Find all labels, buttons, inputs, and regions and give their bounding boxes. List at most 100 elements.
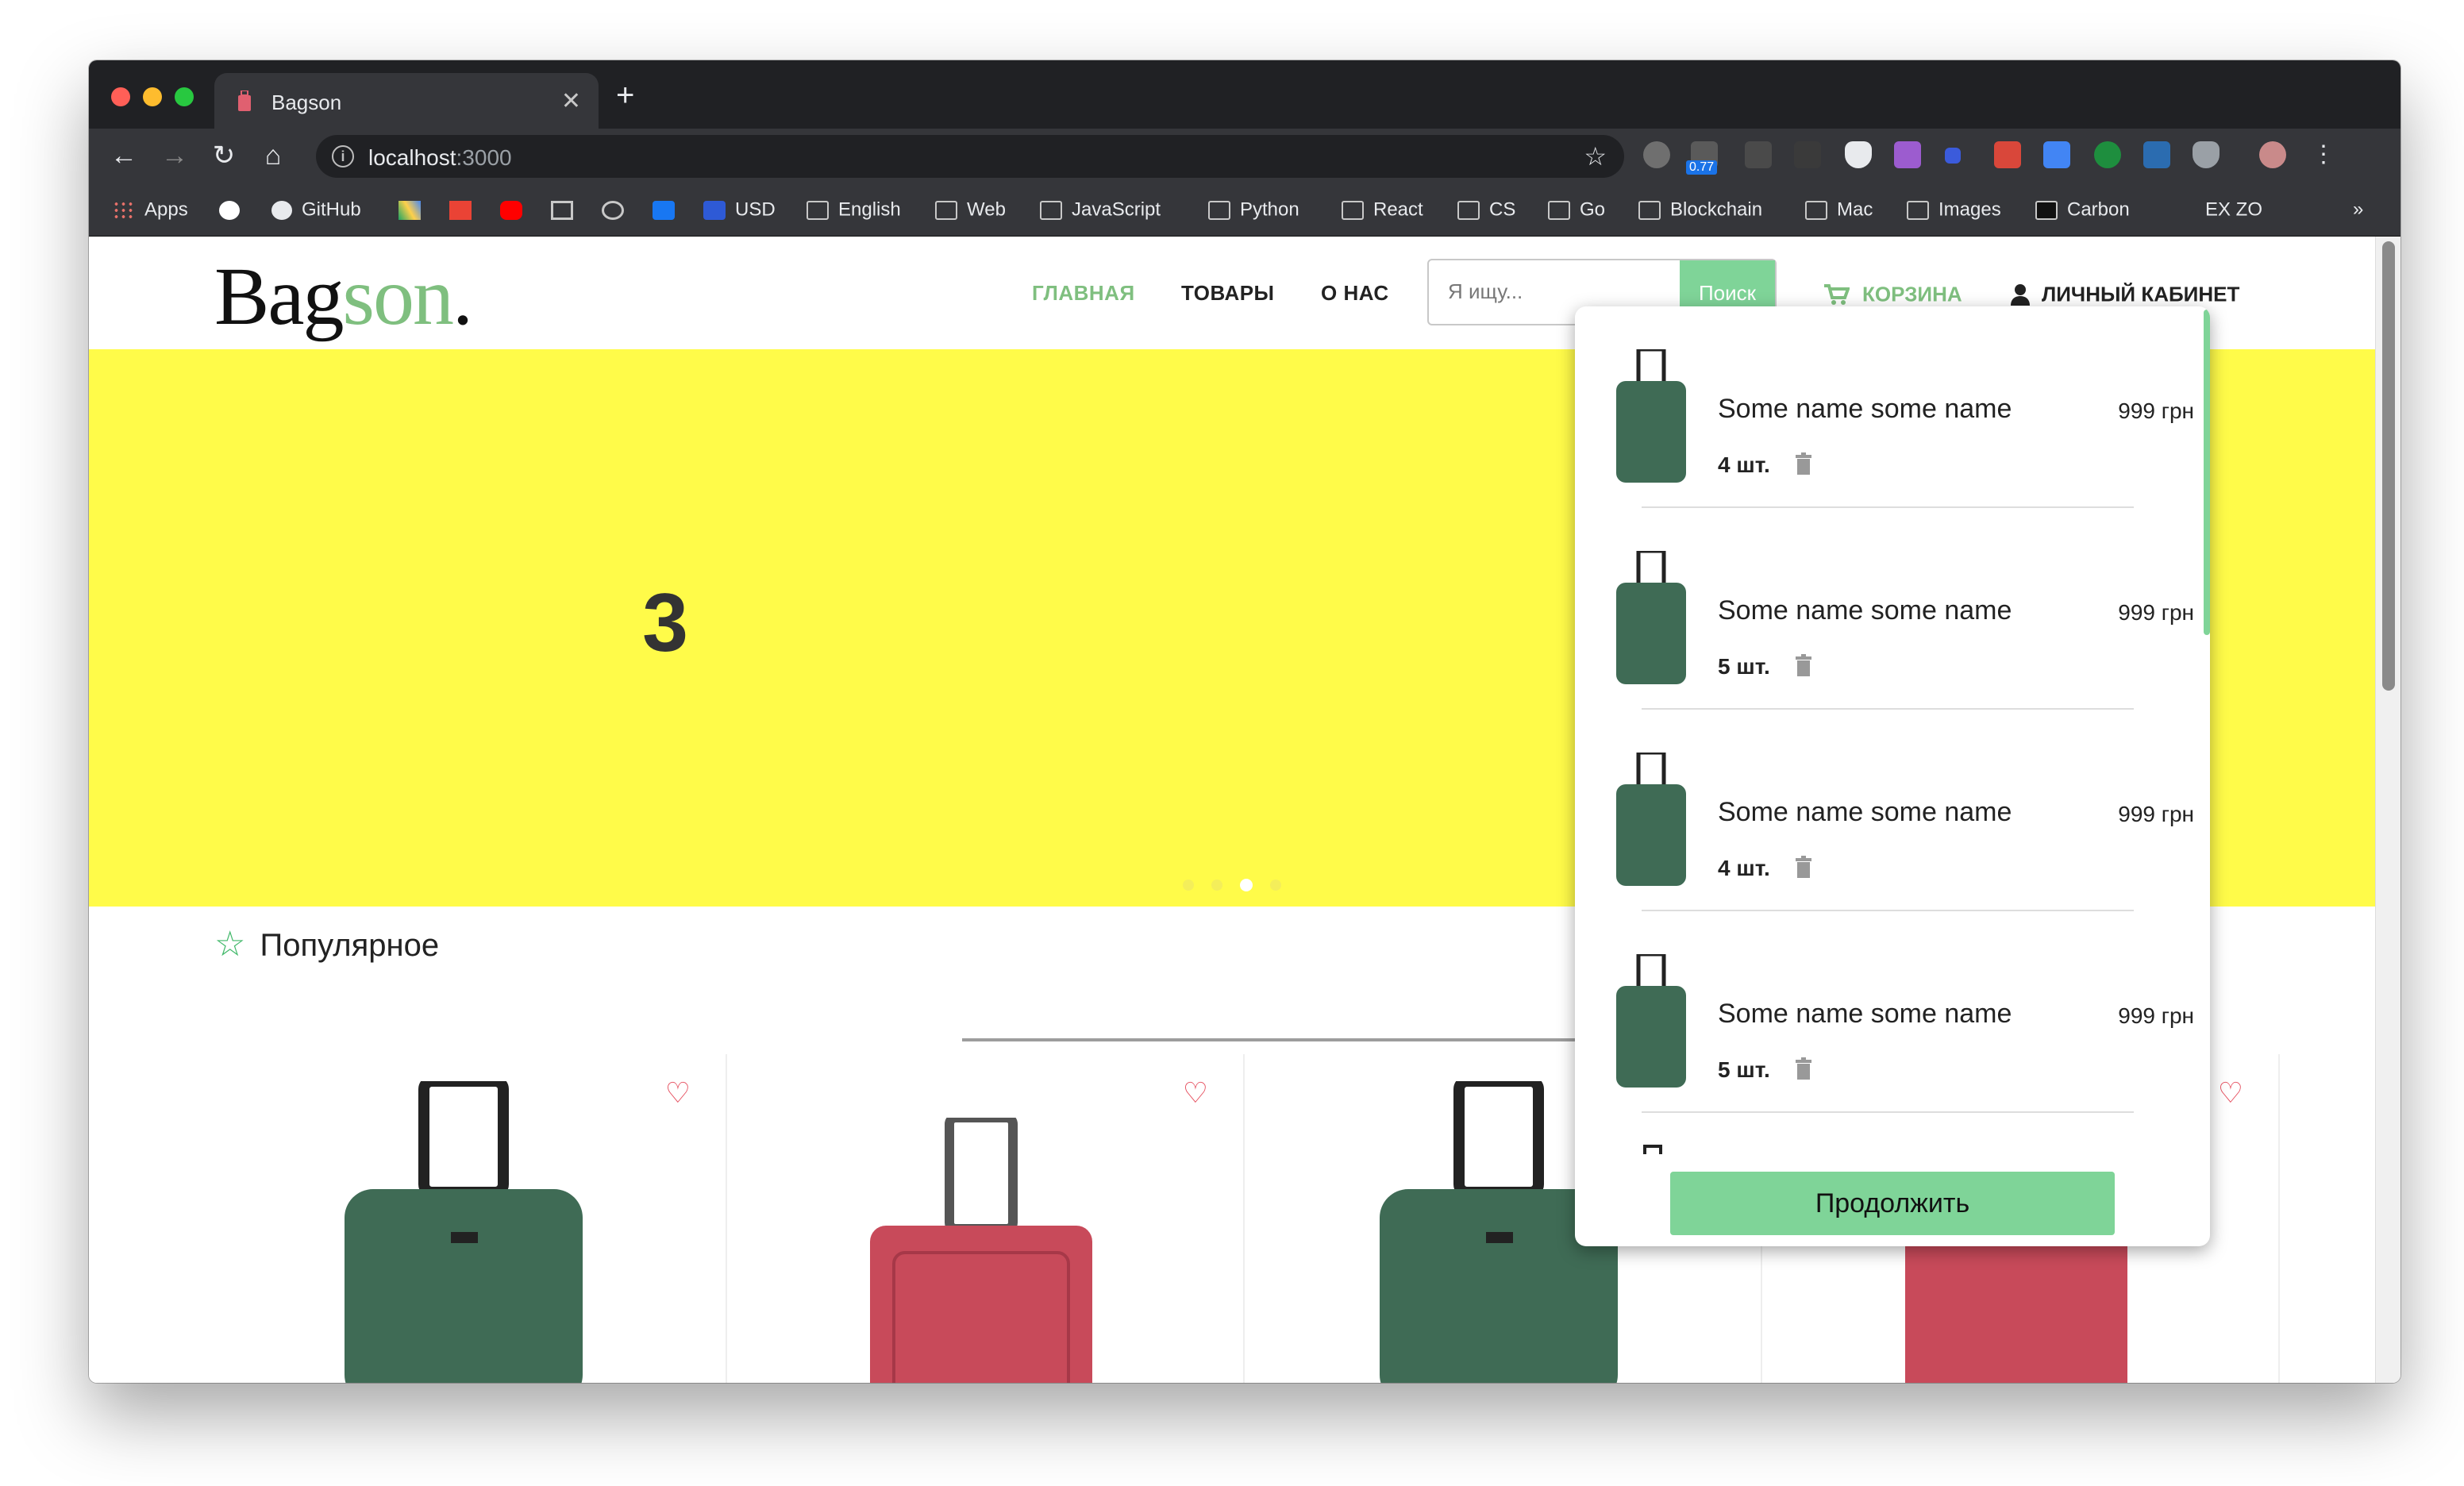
bookmark-exzo[interactable]: EX ZO — [2205, 198, 2262, 222]
nav-home[interactable]: ГЛАВНАЯ — [1032, 281, 1135, 306]
bookmark-usd[interactable]: USD — [703, 198, 776, 222]
more-bookmarks-icon[interactable]: » — [2353, 198, 2363, 222]
bookmark-star-icon[interactable]: ☆ — [1584, 141, 1607, 171]
search-input[interactable] — [1448, 279, 1686, 304]
feather-extension-icon[interactable] — [1894, 141, 1921, 168]
minimize-window-button[interactable] — [143, 87, 162, 106]
extension-badge: 0.77 — [1686, 160, 1718, 175]
bookmark-apps[interactable]: Apps — [113, 198, 188, 222]
lt-extension-icon[interactable] — [2143, 141, 2170, 168]
target-extension-icon[interactable] — [2094, 141, 2121, 168]
bookmark-go[interactable]: Go — [1548, 198, 1605, 222]
folder-icon — [1457, 200, 1480, 220]
bookmark-english[interactable]: English — [807, 198, 901, 222]
scrollbar-thumb[interactable] — [2382, 241, 2395, 691]
cart-item-name: Some name some name — [1718, 797, 2012, 827]
gear-extension-icon[interactable] — [1643, 141, 1670, 168]
cart-icon — [1824, 284, 1850, 306]
bookmark-blockchain[interactable]: Blockchain — [1638, 198, 1762, 222]
continue-button[interactable]: Продолжить — [1670, 1172, 2115, 1235]
trash-icon[interactable] — [1796, 654, 1811, 676]
tab-title: Bagson — [271, 90, 342, 114]
cart-link[interactable]: КОРЗИНА — [1823, 281, 1962, 307]
trash-icon[interactable] — [1796, 856, 1811, 878]
cart-item-qty: 4 шт. — [1718, 856, 1770, 880]
cart-item-name: Some name some name — [1718, 595, 2012, 626]
product-card[interactable]: ♡ — [727, 1054, 1245, 1383]
bookmark-youtube[interactable] — [500, 198, 532, 222]
cart-item-price: 999 грн — [2118, 600, 2194, 625]
folder-icon — [1805, 200, 1827, 220]
profile-avatar-icon[interactable] — [2259, 141, 2286, 168]
bookmark-facebook[interactable] — [653, 198, 684, 222]
home-icon[interactable]: ⌂ — [257, 140, 289, 171]
nav-products[interactable]: ТОВАРЫ — [1181, 281, 1275, 306]
product-card[interactable]: ♡ — [210, 1054, 727, 1383]
carousel-dot-1[interactable] — [1183, 880, 1194, 891]
bolt-extension-icon[interactable] — [1794, 141, 1821, 168]
cart-item[interactable]: Some name some name 999 грн 5 шт. — [1575, 911, 2194, 1113]
page-scrollbar[interactable] — [2375, 237, 2400, 1383]
folder-icon — [1638, 200, 1661, 220]
heart-icon[interactable]: ♡ — [1183, 1076, 1208, 1110]
browser-tab[interactable]: Bagson ✕ — [214, 73, 599, 129]
bookmark-gmail[interactable] — [449, 198, 481, 222]
heart-icon[interactable]: ♡ — [2218, 1076, 2243, 1110]
bookmark-github[interactable]: GitHub — [271, 198, 361, 222]
facebook-icon — [653, 200, 675, 220]
cart-item[interactable]: Some name some name 999 грн 5 шт. — [1575, 508, 2194, 710]
cart-item-price: 999 грн — [2118, 802, 2194, 826]
bookmark-carbon[interactable]: Carbon — [2035, 198, 2130, 222]
bookmark-google[interactable] — [219, 198, 249, 222]
address-bar[interactable]: i localhost:3000 ☆ — [316, 135, 1624, 178]
bookmark-cs[interactable]: CS — [1457, 198, 1515, 222]
square-extension-icon[interactable] — [1945, 148, 1961, 164]
eyedropper-extension-icon[interactable] — [1745, 141, 1772, 168]
google-drive-icon — [398, 200, 421, 220]
bookmark-images[interactable]: Images — [1907, 198, 2001, 222]
bookmark-python[interactable]: Python — [1208, 198, 1299, 222]
back-icon[interactable]: ← — [108, 140, 140, 171]
new-tab-button[interactable]: + — [616, 79, 634, 111]
maximize-window-button[interactable] — [175, 87, 194, 106]
bookmark-react[interactable]: React — [1342, 198, 1423, 222]
privacy-extension-icon[interactable] — [2193, 141, 2220, 168]
site-info-icon[interactable]: i — [332, 145, 354, 167]
folder-icon — [935, 200, 957, 220]
menu-kebab-icon[interactable]: ⋮ — [2310, 141, 2337, 168]
shield-extension-icon[interactable] — [1845, 141, 1872, 168]
cart-item[interactable]: Some name some name 999 грн 4 шт. — [1575, 710, 2194, 911]
site-logo[interactable]: Bagson. — [214, 249, 473, 344]
heart-icon[interactable]: ♡ — [665, 1076, 691, 1110]
trash-icon[interactable] — [1796, 452, 1811, 475]
bookmark-mac[interactable]: Mac — [1805, 198, 1873, 222]
bookmark-javascript[interactable]: JavaScript — [1040, 198, 1161, 222]
tab-close-icon[interactable]: ✕ — [561, 87, 581, 115]
cart-item-qty: 5 шт. — [1718, 654, 1770, 679]
bookmark-swirl[interactable] — [602, 198, 633, 222]
bookmark-drive[interactable] — [398, 198, 430, 222]
cart-item-price: 999 грн — [2118, 398, 2194, 423]
bug-extension-icon[interactable] — [1994, 141, 2021, 168]
bookmark-codesandbox[interactable] — [551, 198, 583, 222]
apps-grid-icon — [113, 200, 135, 220]
trash-icon[interactable] — [1796, 1057, 1811, 1080]
github-icon — [271, 200, 292, 220]
carousel-dot-4[interactable] — [1270, 880, 1281, 891]
reload-icon[interactable]: ↻ — [208, 140, 240, 171]
translate-extension-icon[interactable] — [2043, 141, 2070, 168]
nav-about[interactable]: О НАС — [1321, 281, 1389, 306]
close-window-button[interactable] — [111, 87, 130, 106]
carousel-dot-2[interactable] — [1211, 880, 1222, 891]
dropdown-scrollbar[interactable] — [2204, 310, 2210, 635]
account-link[interactable]: ЛИЧНЫЙ КАБИНЕТ — [2010, 281, 2239, 307]
bookmark-web[interactable]: Web — [935, 198, 1006, 222]
cart-dropdown: Some name some name 999 грн 4 шт. Some n… — [1575, 306, 2210, 1246]
codesandbox-icon — [551, 200, 573, 220]
cart-item[interactable]: Some name some name 999 грн 4 шт. — [1575, 306, 2194, 508]
folder-icon — [807, 200, 829, 220]
user-icon — [2011, 284, 2030, 306]
folder-icon — [1208, 200, 1230, 220]
carousel-dot-3[interactable] — [1240, 879, 1253, 891]
forward-icon[interactable]: → — [159, 140, 191, 171]
